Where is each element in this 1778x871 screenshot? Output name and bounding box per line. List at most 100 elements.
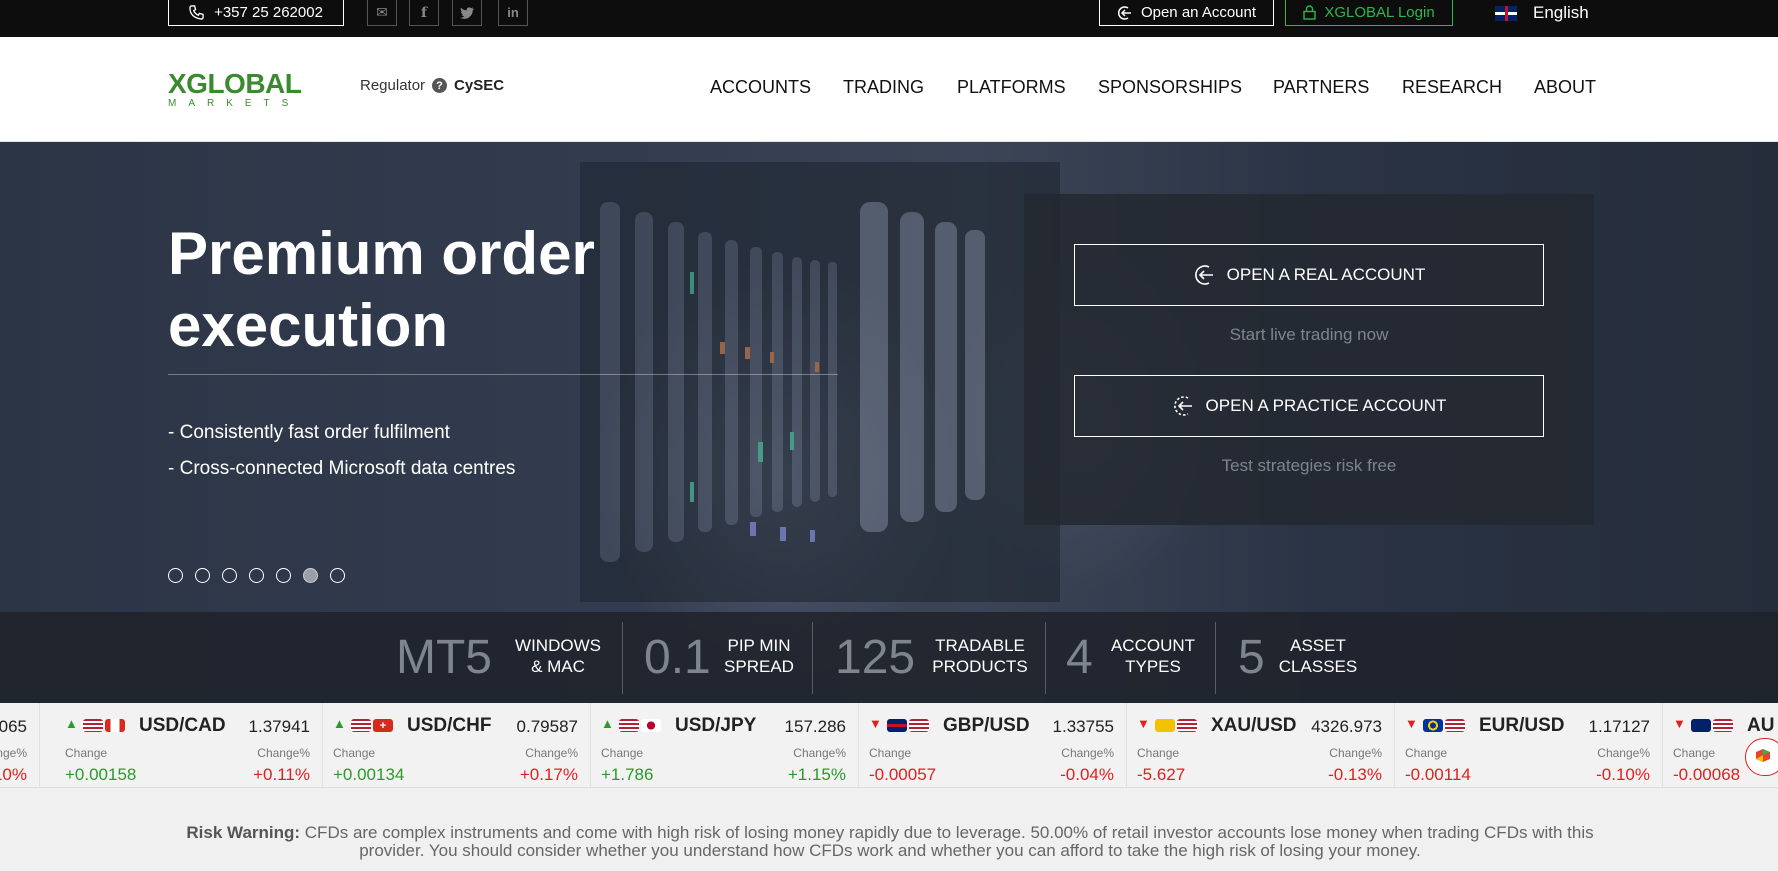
ticker-price: 157.286 xyxy=(784,717,846,736)
ticker-change-pct-label: Change% xyxy=(1061,746,1114,760)
gold-icon xyxy=(1155,719,1175,732)
ticker-change-label: Change xyxy=(333,746,376,760)
ticker-item-xauusd[interactable]: ▼ XAU/USD 4326.973 Change Change% -5.627… xyxy=(1127,703,1395,787)
slider-dot[interactable] xyxy=(276,568,291,583)
ticker-symbol: AU xyxy=(1747,715,1775,736)
facebook-link[interactable]: f xyxy=(409,0,439,26)
login-button[interactable]: XGLOBAL Login xyxy=(1285,0,1453,26)
ticker-change-pct: -0.04% xyxy=(1060,765,1114,784)
stat-divider xyxy=(622,622,623,694)
ticker-item-usdcad[interactable]: ▲ USD/CAD 1.37941 Change Change% +0.0015… xyxy=(55,703,323,787)
language-selector[interactable]: English xyxy=(1495,2,1589,24)
twitter-link[interactable] xyxy=(452,0,482,26)
ticker-change: +0.00134 xyxy=(333,765,405,784)
ticker-change-pct: +1.15% xyxy=(787,765,846,784)
slider-dot[interactable] xyxy=(222,568,237,583)
ticker-change-label: Change xyxy=(1405,746,1448,760)
slider-dots xyxy=(168,568,345,583)
hero-banner: Premium order execution - Consistently f… xyxy=(0,142,1778,703)
ticker-change-pct: -0.13% xyxy=(1328,765,1382,784)
stat-assets-value: 5 xyxy=(1238,631,1265,684)
real-account-subtitle: Start live trading now xyxy=(1229,325,1389,344)
ticker-change-pct-label: Change% xyxy=(525,746,578,760)
practice-account-subtitle: Test strategies risk free xyxy=(1221,456,1397,475)
ticker-change: -5.627 xyxy=(1137,765,1186,784)
ticker-change: -0.00057 xyxy=(869,765,937,784)
question-icon[interactable]: ? xyxy=(432,78,448,93)
ticker-change-label: Change xyxy=(1673,746,1716,760)
stat-divider xyxy=(1215,622,1216,694)
ticker-price: 6065 xyxy=(0,717,27,736)
stat-products-value: 125 xyxy=(835,631,916,684)
jp-flag-icon xyxy=(641,719,661,732)
stat-products-label: TRADABLE PRODUCTS xyxy=(932,636,1028,676)
ticker-item-gbpusd[interactable]: ▼ GBP/USD 1.33755 Change Change% -0.0005… xyxy=(859,703,1127,787)
slider-dot[interactable] xyxy=(249,568,264,583)
us-flag-icon xyxy=(1445,719,1465,732)
stat-accounts-value: 4 xyxy=(1066,631,1093,684)
open-account-button[interactable]: Open an Account xyxy=(1099,0,1274,26)
us-flag-icon xyxy=(909,719,929,732)
nav-sponsorships[interactable]: SPONSORSHIPS xyxy=(1098,77,1242,98)
arrow-down-icon: ▼ xyxy=(1137,716,1150,731)
ticker-change-label: Change xyxy=(601,746,644,760)
ticker-item-usdchf[interactable]: ▲ + USD/CHF 0.79587 Change Change% +0.00… xyxy=(323,703,591,787)
nav-accounts[interactable]: ACCOUNTS xyxy=(710,77,811,98)
ca-flag-icon xyxy=(105,719,125,732)
ticker-symbol: XAU/USD xyxy=(1211,715,1297,736)
open-real-account-button[interactable]: OPEN A REAL ACCOUNT xyxy=(1074,244,1544,306)
risk-warning-text: Risk Warning: CFDs are complex instrumen… xyxy=(186,823,1594,860)
chat-widget-button[interactable] xyxy=(1745,738,1778,776)
linkedin-icon: in xyxy=(507,5,519,20)
stat-spread-value: 0.1 xyxy=(644,631,711,684)
ticker-change: -0.00068 xyxy=(1673,765,1741,784)
stat-divider xyxy=(812,622,813,694)
login-label: XGLOBAL Login xyxy=(1324,4,1435,21)
lock-icon xyxy=(1303,5,1317,20)
open-practice-account-label: OPEN A PRACTICE ACCOUNT xyxy=(1205,396,1447,415)
nav-research[interactable]: RESEARCH xyxy=(1402,77,1502,98)
sign-in-icon xyxy=(1194,265,1213,285)
ticker-item-usdjpy[interactable]: ▲ USD/JPY 157.286 Change Change% +1.786 … xyxy=(591,703,859,787)
slider-dot[interactable] xyxy=(195,568,210,583)
hero-bullet-1: - Consistently fast order fulfilment xyxy=(168,422,450,443)
ticker-symbol: EUR/USD xyxy=(1479,715,1565,736)
ticker-change-pct-label: Change% xyxy=(1597,746,1650,760)
slider-dot[interactable] xyxy=(330,568,345,583)
email-link[interactable]: ✉ xyxy=(367,0,397,26)
logo[interactable]: XGLOBAL MARKETS xyxy=(168,70,302,109)
ch-flag-icon: + xyxy=(373,719,393,732)
ticker-item[interactable]: 6065 Change% 10% xyxy=(0,703,40,787)
ticker-symbol: USD/JPY xyxy=(675,715,757,736)
open-account-label: Open an Account xyxy=(1140,4,1257,21)
ticker-change-pct-label: Change% xyxy=(257,746,310,760)
sign-in-icon xyxy=(1117,5,1131,20)
us-flag-icon xyxy=(83,719,103,732)
site-header: XGLOBAL MARKETS Regulator ? CySEC ACCOUN… xyxy=(0,37,1778,142)
arrow-down-icon: ▼ xyxy=(1673,716,1686,731)
ticker-item-eurusd[interactable]: ▼ EUR/USD 1.17127 Change Change% -0.0011… xyxy=(1395,703,1663,787)
linkedin-link[interactable]: in xyxy=(498,0,528,26)
nav-platforms[interactable]: PLATFORMS xyxy=(957,77,1066,98)
slider-dot[interactable] xyxy=(168,568,183,583)
nav-trading[interactable]: TRADING xyxy=(843,77,924,98)
eu-flag-icon xyxy=(1423,719,1443,732)
ticker-price: 0.79587 xyxy=(516,717,578,736)
top-bar: +357 25 262002 ✉ f in Open an Account XG… xyxy=(0,0,1778,37)
open-practice-account-button[interactable]: OPEN A PRACTICE ACCOUNT xyxy=(1074,375,1544,437)
twitter-icon xyxy=(460,6,474,19)
ticker-change: -0.00114 xyxy=(1405,765,1471,784)
phone-button[interactable]: +357 25 262002 xyxy=(168,0,344,26)
ticker-change-label: Change xyxy=(1137,746,1180,760)
ticker-change-label: Change xyxy=(869,746,912,760)
nav-about[interactable]: ABOUT xyxy=(1534,77,1596,98)
arrow-up-icon: ▲ xyxy=(333,716,346,731)
hero-divider xyxy=(168,374,838,375)
nav-partners[interactable]: PARTNERS xyxy=(1273,77,1369,98)
ticker-change-pct-label: Change% xyxy=(0,746,27,760)
slider-dot-active[interactable] xyxy=(303,568,318,583)
arrow-up-icon: ▲ xyxy=(601,716,614,731)
ticker-change: +1.786 xyxy=(601,765,654,784)
stat-divider xyxy=(1045,622,1046,694)
practice-sign-in-icon xyxy=(1173,396,1192,416)
